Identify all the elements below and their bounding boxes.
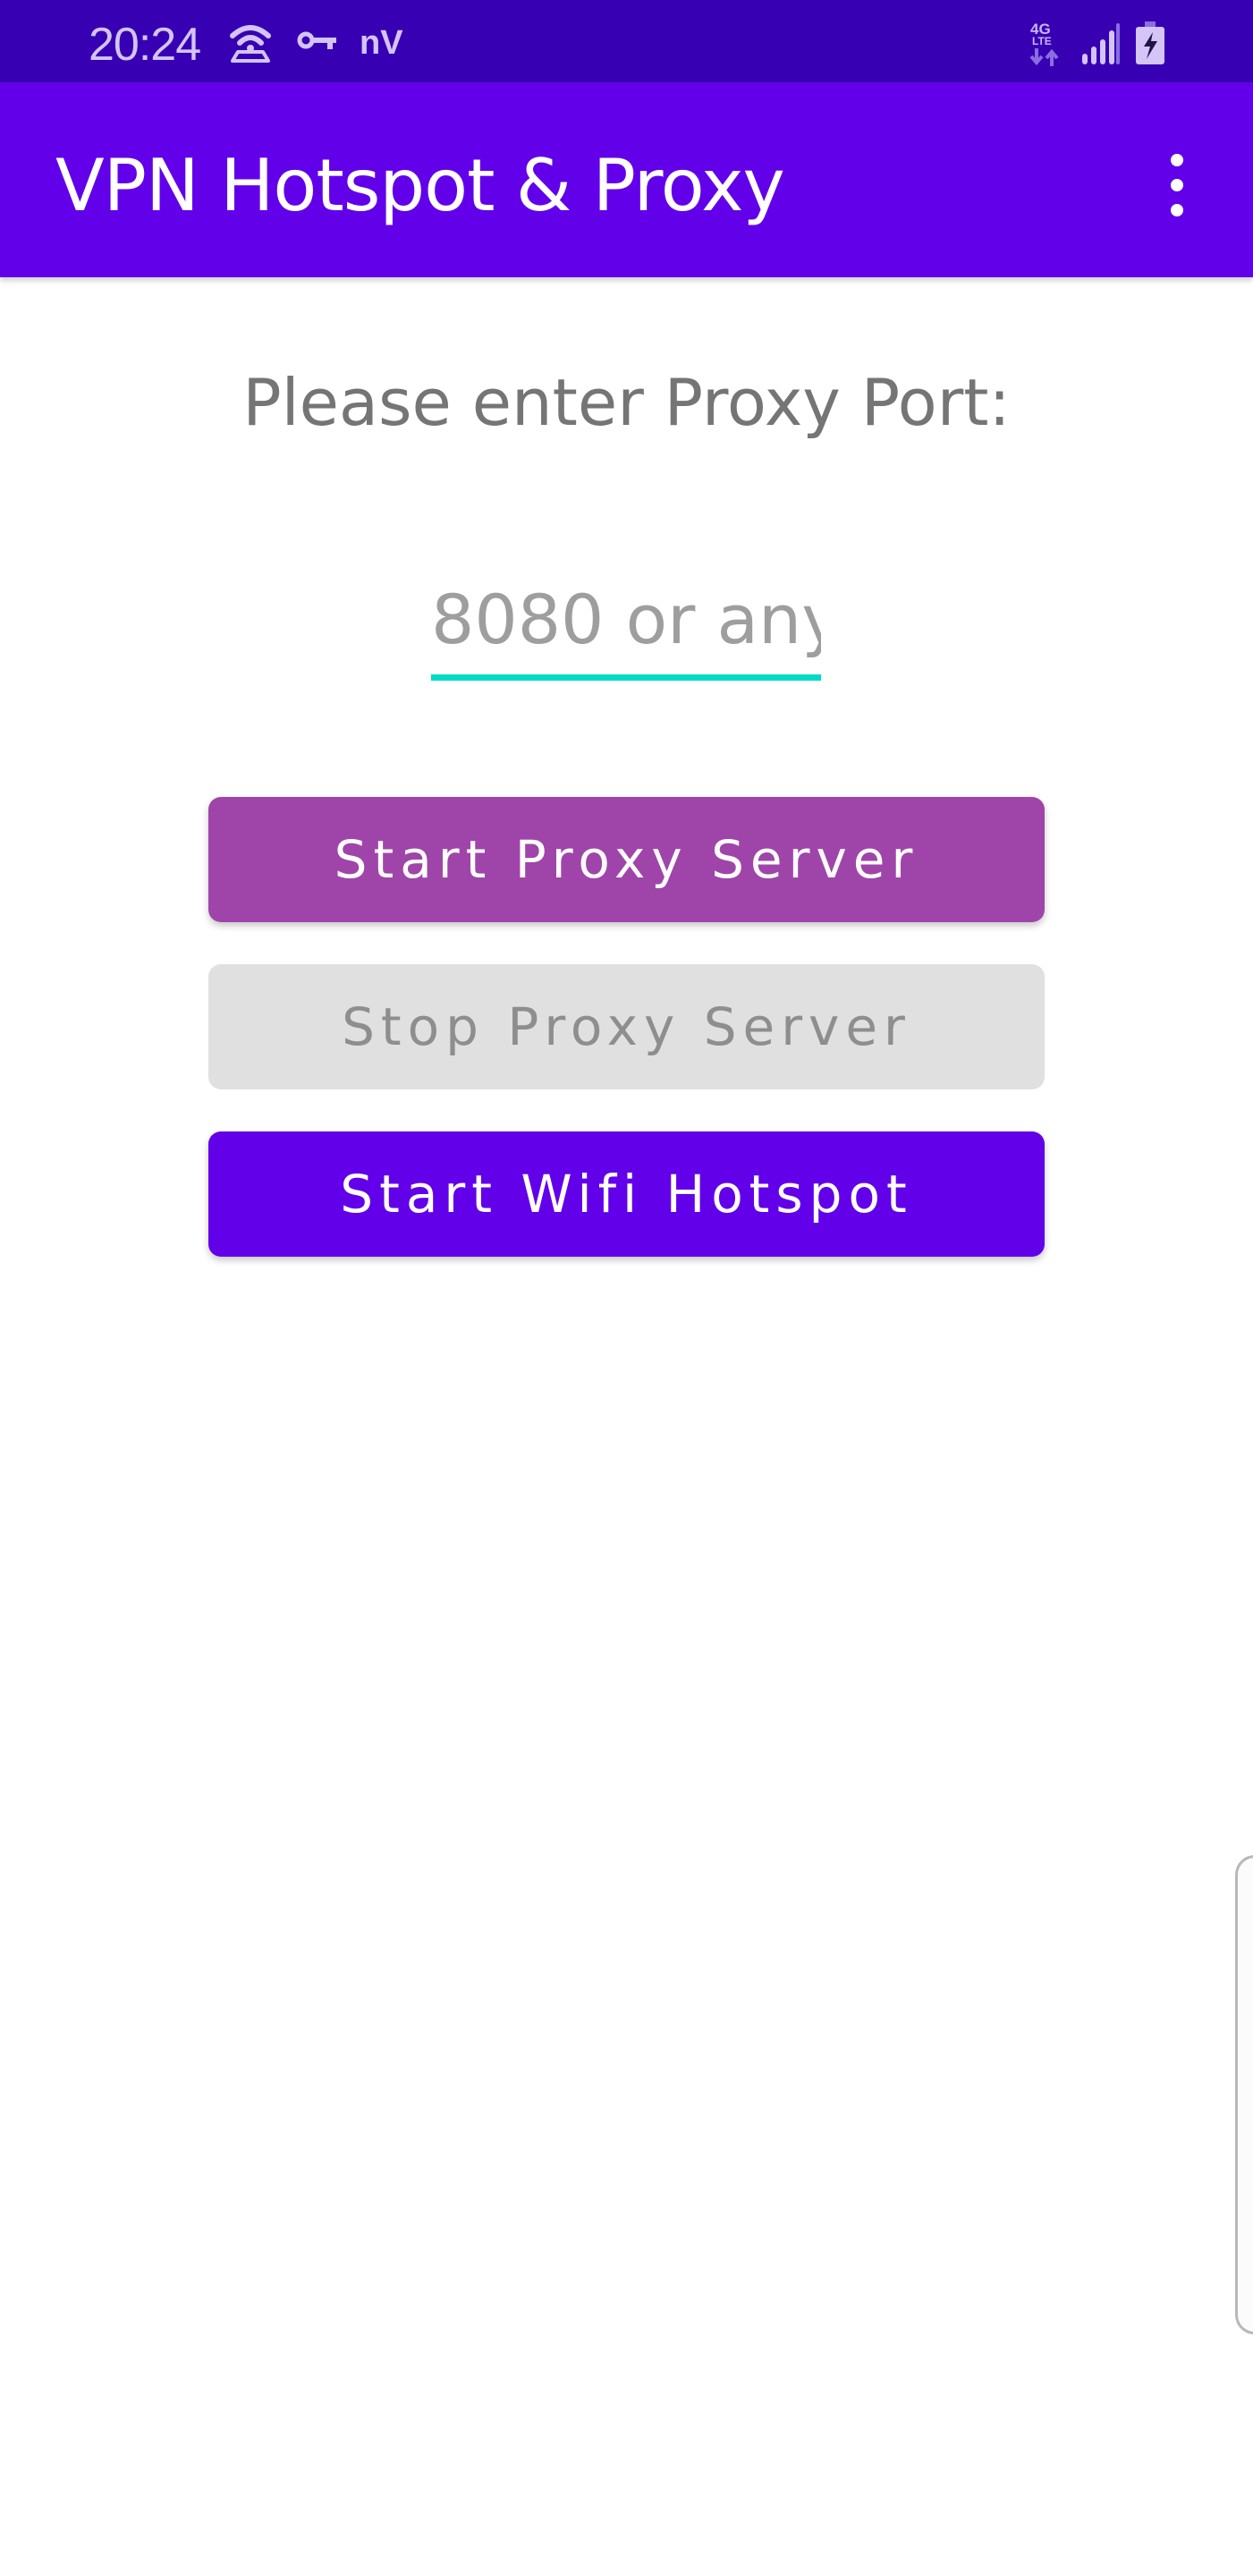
hotspot-icon	[230, 25, 271, 63]
app-title: VPN Hotspot & Proxy	[55, 144, 785, 227]
4g-lte-icon: 4G LTE	[1029, 21, 1063, 66]
port-input-underline	[431, 674, 821, 681]
app-bar: VPN Hotspot & Proxy	[0, 82, 1253, 277]
start-proxy-server-button[interactable]: Start Proxy Server	[208, 797, 1045, 922]
edge-panel-handle[interactable]	[1235, 1855, 1253, 2334]
nv-icon: nV	[360, 24, 403, 62]
port-field	[431, 564, 821, 682]
more-vert-icon	[1171, 154, 1183, 166]
stop-proxy-server-button[interactable]: Stop Proxy Server	[208, 964, 1045, 1089]
signal-icon	[1082, 23, 1120, 64]
battery-charging-icon	[1136, 21, 1164, 64]
more-options-button[interactable]	[1149, 152, 1203, 224]
vpn-key-icon	[297, 31, 336, 49]
status-time: 20:24	[89, 19, 201, 71]
port-input[interactable]	[431, 564, 821, 674]
status-bar: 20:24 nV 4G LTE	[0, 0, 1253, 82]
start-wifi-hotspot-button[interactable]: Start Wifi Hotspot	[208, 1131, 1045, 1257]
network-label-lte: LTE	[1032, 35, 1052, 47]
more-vert-icon-dot	[1171, 204, 1183, 216]
port-prompt-label: Please enter Proxy Port:	[242, 365, 1011, 440]
more-vert-icon-dot	[1171, 179, 1183, 191]
